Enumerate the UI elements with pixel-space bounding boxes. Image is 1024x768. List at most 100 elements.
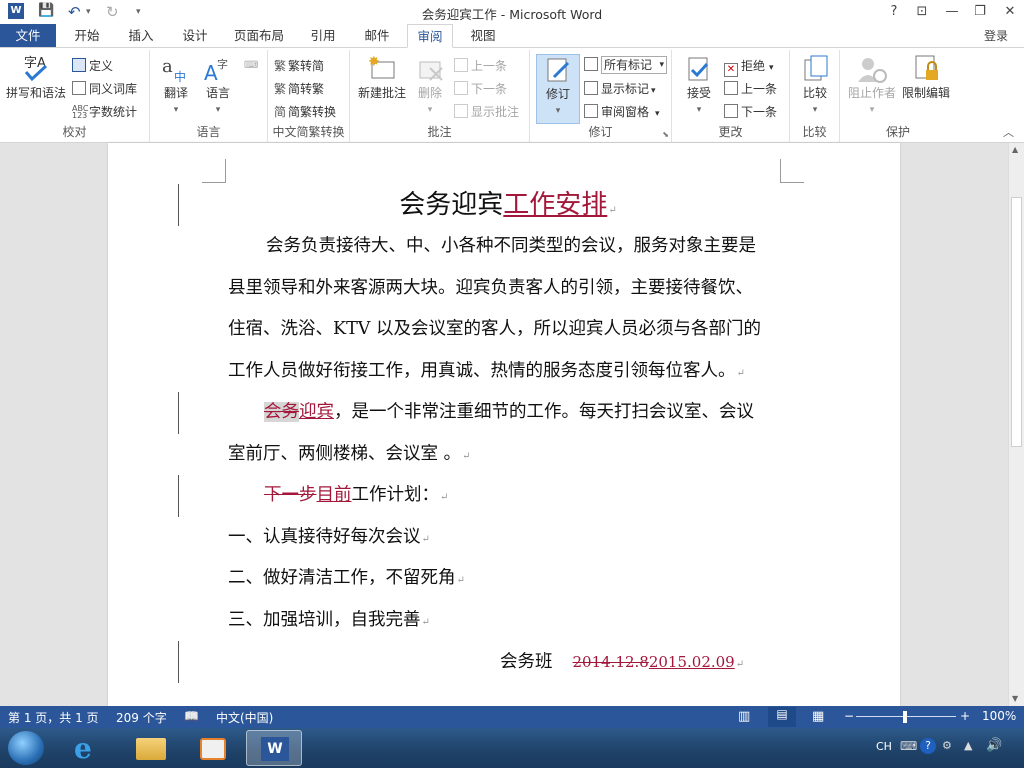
tray-settings-icon[interactable]: ⚙ (942, 739, 952, 752)
tab-layout[interactable]: 页面布局 (228, 24, 290, 48)
word-count-button[interactable]: ABC 123 字数统计 (72, 104, 137, 120)
help-tray-icon[interactable]: ? (920, 738, 936, 754)
page-count[interactable]: 第 1 页，共 1 页 (8, 709, 99, 726)
show-markup-button[interactable]: 显示标记 ▾ (584, 81, 656, 99)
markup-select-box[interactable]: 所有标记 ▾ (601, 56, 668, 74)
block-authors-button[interactable]: 阻止作者 ▾ (844, 54, 900, 118)
ime-indicator[interactable]: CH (876, 740, 892, 753)
language-button[interactable]: A字 语言 ▾ (198, 54, 238, 118)
spelling-button[interactable]: 字A 拼写和语法 (4, 54, 68, 101)
accept-button[interactable]: 接受 ▾ (678, 54, 720, 118)
list-item[interactable]: 二、做好清洁工作，不留死角↵ (228, 558, 784, 602)
translate-icon: a中 (162, 56, 186, 84)
language-extra-icon[interactable]: ⌨ (244, 58, 258, 74)
collapse-ribbon-icon[interactable]: ︿ (1003, 124, 1014, 140)
restore-button[interactable]: ❐ (966, 2, 994, 22)
compare-dropdown-icon: ▾ (812, 105, 818, 115)
p1-line-3: 住宿、洗浴、KTV 以及会议室的客人，所以迎宾人员必须与各部门的 (228, 319, 761, 339)
tab-references[interactable]: 引用 (300, 24, 346, 48)
keyboard-icon[interactable]: ⌨ (900, 739, 917, 753)
block-authors-dropdown-icon: ▾ (869, 105, 875, 115)
paragraph-1[interactable]: 会务负责接待大、中、小各种不同类型的会议，服务对象主要是 (228, 226, 784, 268)
delete-comment-button[interactable]: 删除 ▾ (410, 54, 450, 118)
tracking-dialog-launcher-icon[interactable]: ⬊ (662, 130, 669, 139)
track-changes-button[interactable]: 修订 ▾ (536, 54, 580, 124)
close-button[interactable]: ✕ (996, 2, 1024, 22)
tab-view[interactable]: 视图 (460, 24, 506, 48)
margin-corner-left (202, 159, 226, 183)
scroll-down-icon[interactable]: ▼ (1012, 694, 1018, 703)
list-item[interactable]: 一、认真接待好每次会议↵ (228, 517, 784, 561)
ie-taskbar-button[interactable]: e (60, 730, 116, 766)
help-button[interactable]: ? (880, 2, 908, 22)
word-count[interactable]: 209 个字 (116, 709, 167, 726)
show-hidden-icons-icon[interactable]: ▲ (964, 739, 972, 752)
zoom-level[interactable]: 100% (982, 709, 1016, 723)
prev-comment-button[interactable]: 上一条 (454, 58, 507, 74)
protect-group-label: 保护 (885, 125, 910, 139)
scroll-up-icon[interactable]: ▲ (1012, 145, 1018, 154)
minimize-button[interactable]: — (938, 2, 966, 22)
word-taskbar-button[interactable]: W (246, 730, 302, 766)
prev-change-button[interactable]: 上一条 (724, 81, 777, 97)
tab-insert[interactable]: 插入 (118, 24, 164, 48)
show-comments-button[interactable]: 显示批注 (454, 104, 519, 120)
define-button[interactable]: 定义 (72, 58, 113, 74)
proofing-status-icon[interactable]: 📖 (184, 709, 199, 723)
zoom-slider-thumb[interactable] (903, 711, 907, 723)
vertical-scrollbar[interactable]: ▲ ▼ (1008, 143, 1024, 706)
restrict-editing-button[interactable]: 限制编辑 (900, 54, 952, 101)
svg-text:✸: ✸ (368, 54, 380, 70)
tab-review[interactable]: 审阅 (407, 24, 453, 48)
read-mode-icon[interactable]: ▥ (738, 709, 750, 724)
login-link[interactable]: 登录 (984, 24, 1024, 48)
paragraph-2[interactable]: 会务迎宾，是一个非常注重细节的工作。每天打扫会议室、会议 (228, 392, 784, 434)
signature-line[interactable]: 会务班 2014.12.82015.02.09↵ (500, 642, 760, 686)
next-change-button[interactable]: 下一条 (724, 104, 777, 120)
ribbon-display-button[interactable]: ⊡ (908, 2, 936, 22)
reviewing-pane-button[interactable]: 审阅窗格 ▾ (584, 104, 660, 122)
translate-button[interactable]: a中 翻译 ▾ (156, 54, 196, 118)
reject-button[interactable]: ✕ 拒绝 ▾ (724, 58, 774, 77)
to-simplified-button[interactable]: 繁繁转简 (274, 58, 324, 74)
next-comment-button[interactable]: 下一条 (454, 81, 507, 97)
paragraph-3[interactable]: 下一步目前工作计划：↵ (228, 475, 784, 519)
reviewing-pane-icon (584, 104, 598, 118)
web-layout-icon[interactable]: ▦ (812, 709, 824, 724)
explorer-taskbar-button[interactable] (122, 730, 178, 766)
title-inserted-text: 工作安排 (503, 190, 608, 220)
document-title[interactable]: 会务迎宾工作安排↵ (228, 184, 788, 232)
markup-display-select[interactable]: 所有标记 ▾ (584, 56, 668, 74)
to-traditional-button[interactable]: 繁简转繁 (274, 81, 324, 97)
ribbon: 字A 拼写和语法 定义 同义词库 ABC 123 字数统计 校对 a中 翻译 ▾ A字… (0, 47, 1024, 143)
tab-file[interactable]: 文件 (0, 24, 56, 48)
language-status[interactable]: 中文(中国) (216, 709, 273, 726)
zoom-out-button[interactable]: − (844, 709, 854, 723)
changes-group-label: 更改 (718, 125, 743, 139)
list-item[interactable]: 三、加强培训，自我完善↵ (228, 600, 784, 644)
reviewing-pane-dropdown-icon: ▾ (655, 109, 660, 119)
zoom-in-button[interactable]: + (960, 709, 970, 723)
svg-text:A: A (204, 61, 218, 84)
compare-button[interactable]: 比较 ▾ (794, 54, 836, 118)
markup-select-arrow-icon: ▾ (659, 60, 665, 70)
spelling-label: 拼写和语法 (5, 86, 66, 100)
media-taskbar-button[interactable] (184, 730, 240, 766)
start-button-icon[interactable] (8, 731, 44, 765)
p2-inserted-text: 迎宾 (299, 402, 334, 422)
tab-mailings[interactable]: 邮件 (354, 24, 400, 48)
prev-change-icon (724, 81, 738, 95)
scroll-thumb[interactable] (1011, 197, 1022, 447)
new-comment-label: 新建批注 (357, 86, 406, 100)
p3-text: 工作计划： (351, 485, 440, 505)
tab-design[interactable]: 设计 (172, 24, 218, 48)
simplified-icon: 繁 (274, 82, 287, 96)
volume-icon[interactable]: 🔊 (986, 738, 1002, 753)
thesaurus-button[interactable]: 同义词库 (72, 81, 137, 97)
print-layout-icon[interactable]: ▤ (768, 707, 796, 727)
conversion-button[interactable]: 简简繁转换 (274, 104, 336, 120)
new-comment-button[interactable]: ✸ 新建批注 (354, 54, 410, 101)
compare-group: 比较 ▾ 比较 (790, 50, 840, 142)
p1-line-2: 县里领导和外来客源两大块。迎宾负责客人的引领，主要接待餐饮、 (228, 278, 753, 298)
tab-home[interactable]: 开始 (64, 24, 110, 48)
